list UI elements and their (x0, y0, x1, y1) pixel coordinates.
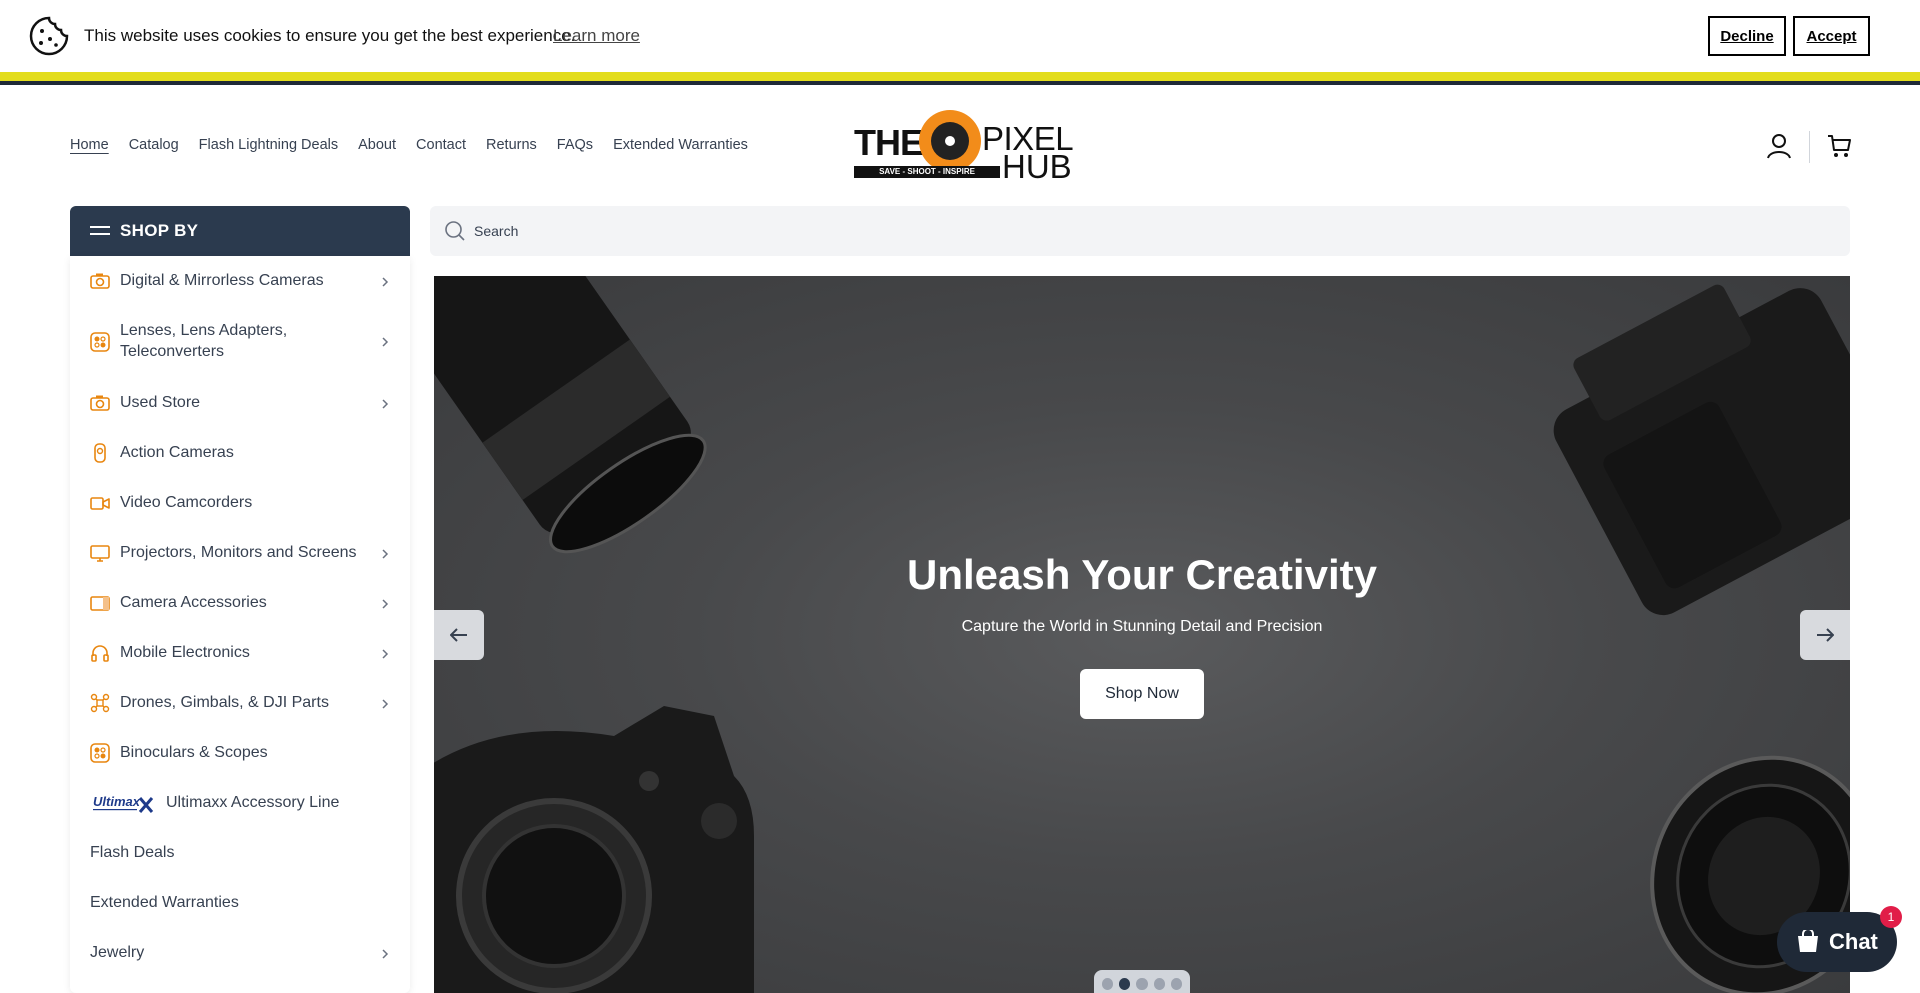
logo-lens-icon (919, 110, 981, 172)
slide-dot[interactable] (1153, 978, 1165, 990)
chevron-right-icon (382, 599, 389, 609)
slide-dot[interactable] (1102, 978, 1114, 990)
chevron-right-icon (382, 277, 389, 287)
sidebar-item-label: Ultimaxx Accessory Line (166, 794, 340, 811)
search-icon (445, 221, 465, 241)
action-camera-icon (94, 443, 106, 463)
sidebar-item-digital-mirrorless-cameras[interactable]: Digital & Mirrorless Cameras (70, 256, 410, 306)
chat-button[interactable]: Chat (1777, 912, 1897, 972)
chevron-right-icon (382, 399, 389, 409)
monitor-icon (90, 545, 110, 562)
sidebar-item-label: Drones, Gimbals, & DJI Parts (120, 694, 329, 711)
sidebar-item-label: Camera Accessories (120, 594, 267, 611)
chevron-right-icon (382, 699, 389, 709)
sidebar-item-label: Binoculars & Scopes (120, 744, 268, 761)
nav-flash-lightning-deals[interactable]: Flash Lightning Deals (199, 137, 338, 153)
sidebar-item-projectors-monitors[interactable]: Projectors, Monitors and Screens (70, 528, 410, 578)
ultimaxx-logo: Ultimax (93, 794, 154, 813)
nav-home[interactable]: Home (70, 137, 109, 153)
camera-icon (90, 273, 110, 289)
search-input[interactable] (474, 219, 1814, 243)
search-bar[interactable] (430, 206, 1850, 256)
next-slide-button[interactable] (1800, 610, 1850, 660)
slide-indicators (1094, 970, 1190, 993)
category-sidebar: Digital & Mirrorless Cameras Lenses, Len… (70, 256, 410, 993)
sidebar-item-label: Action Cameras (120, 444, 234, 461)
sidebar-item-label: Projectors, Monitors and Screens (120, 544, 357, 561)
main-nav: Home Catalog Flash Lightning Deals About… (70, 137, 748, 153)
logo-hub: HUB (1002, 148, 1072, 185)
sidebar-item-extended-warranties[interactable]: Extended Warranties (70, 878, 410, 928)
chat-badge: 1 (1880, 906, 1902, 928)
cookie-icon (29, 16, 69, 56)
sidebar-item-flash-deals[interactable]: Flash Deals (70, 828, 410, 878)
sidebar-item-ultimaxx[interactable]: Ultimax Ultimaxx Accessory Line (70, 778, 410, 828)
sidebar-item-label: Jewelry (90, 944, 145, 961)
nav-extended-warranties[interactable]: Extended Warranties (613, 137, 748, 153)
camera-icon (90, 395, 110, 411)
sidebar-item-label: Mobile Electronics (120, 644, 250, 661)
decline-button[interactable]: Decline (1708, 16, 1786, 56)
header-divider (1809, 131, 1810, 163)
slide-dot-active[interactable] (1119, 978, 1131, 990)
sidebar-item-jewelry[interactable]: Jewelry (70, 928, 410, 978)
cookie-banner: This website uses cookies to ensure you … (0, 0, 1920, 72)
learn-more-link[interactable]: Learn more (553, 26, 640, 46)
lens-icon (90, 332, 110, 352)
yellow-stripe (0, 72, 1920, 81)
sidebar-item-label: Extended Warranties (90, 894, 239, 911)
nav-returns[interactable]: Returns (486, 137, 537, 153)
accept-button[interactable]: Accept (1793, 16, 1870, 56)
nav-about[interactable]: About (358, 137, 396, 153)
nav-contact[interactable]: Contact (416, 137, 466, 153)
arrow-right-icon (1817, 628, 1834, 642)
drone-icon (90, 693, 110, 713)
sidebar-item-label: Used Store (120, 394, 201, 411)
accessory-icon (90, 596, 110, 611)
account-icon[interactable] (1766, 132, 1792, 160)
nav-faqs[interactable]: FAQs (557, 137, 593, 153)
chevron-right-icon (382, 649, 389, 659)
sidebar-item-label: Lenses, Lens Adapters, Teleconverters (120, 322, 288, 360)
cookie-message: This website uses cookies to ensure you … (84, 26, 576, 45)
menu-icon (90, 226, 110, 235)
arrow-left-icon (450, 628, 467, 642)
shop-by-title: SHOP BY (120, 221, 199, 240)
video-icon (90, 497, 110, 510)
logo-tagline: SAVE - SHOOT - INSPIRE (854, 166, 1000, 178)
sidebar-item-video-camcorders[interactable]: Video Camcorders (70, 478, 410, 528)
sidebar-item-label: Video Camcorders (120, 494, 253, 511)
sidebar-item-binoculars-scopes[interactable]: Binoculars & Scopes (70, 728, 410, 778)
hero-subtitle: Capture the World in Stunning Detail and… (961, 618, 1323, 635)
sidebar-item-label: Flash Deals (90, 844, 175, 861)
chat-label: Chat (1829, 929, 1878, 954)
previous-slide-button[interactable] (434, 610, 484, 660)
sidebar-item-mobile-electronics[interactable]: Mobile Electronics (70, 628, 410, 678)
site-logo[interactable]: THE PIXEL HUB SAVE - SHOOT - INSPIRE (854, 108, 1074, 185)
binoculars-icon (90, 743, 110, 763)
slide-dot[interactable] (1136, 978, 1148, 990)
sidebar-item-label: Digital & Mirrorless Cameras (120, 272, 324, 289)
headphones-icon (91, 645, 109, 662)
sidebar-item-used-store[interactable]: Used Store (70, 378, 410, 428)
shop-by-header[interactable]: SHOP BY (70, 206, 410, 256)
svg-text:Ultimax: Ultimax (93, 794, 141, 809)
logo-the: THE (854, 122, 924, 163)
hero-slideshow: Unleash Your Creativity Capture the Worl… (434, 276, 1850, 993)
chevron-right-icon (382, 337, 389, 347)
sidebar-item-lenses[interactable]: Lenses, Lens Adapters, Teleconverters (70, 306, 410, 378)
nav-catalog[interactable]: Catalog (129, 137, 179, 153)
shop-now-button[interactable]: Shop Now (1080, 669, 1204, 719)
chevron-right-icon (382, 949, 389, 959)
chevron-right-icon (382, 549, 389, 559)
slide-dot[interactable] (1170, 978, 1183, 990)
sidebar-item-camera-accessories[interactable]: Camera Accessories (70, 578, 410, 628)
chat-bag-icon (1798, 930, 1818, 952)
sidebar-item-action-cameras[interactable]: Action Cameras (70, 428, 410, 478)
sidebar-item-drones-gimbals[interactable]: Drones, Gimbals, & DJI Parts (70, 678, 410, 728)
hero-title: Unleash Your Creativity (907, 551, 1377, 598)
cart-icon[interactable] (1826, 132, 1852, 160)
dark-stripe (0, 81, 1920, 85)
